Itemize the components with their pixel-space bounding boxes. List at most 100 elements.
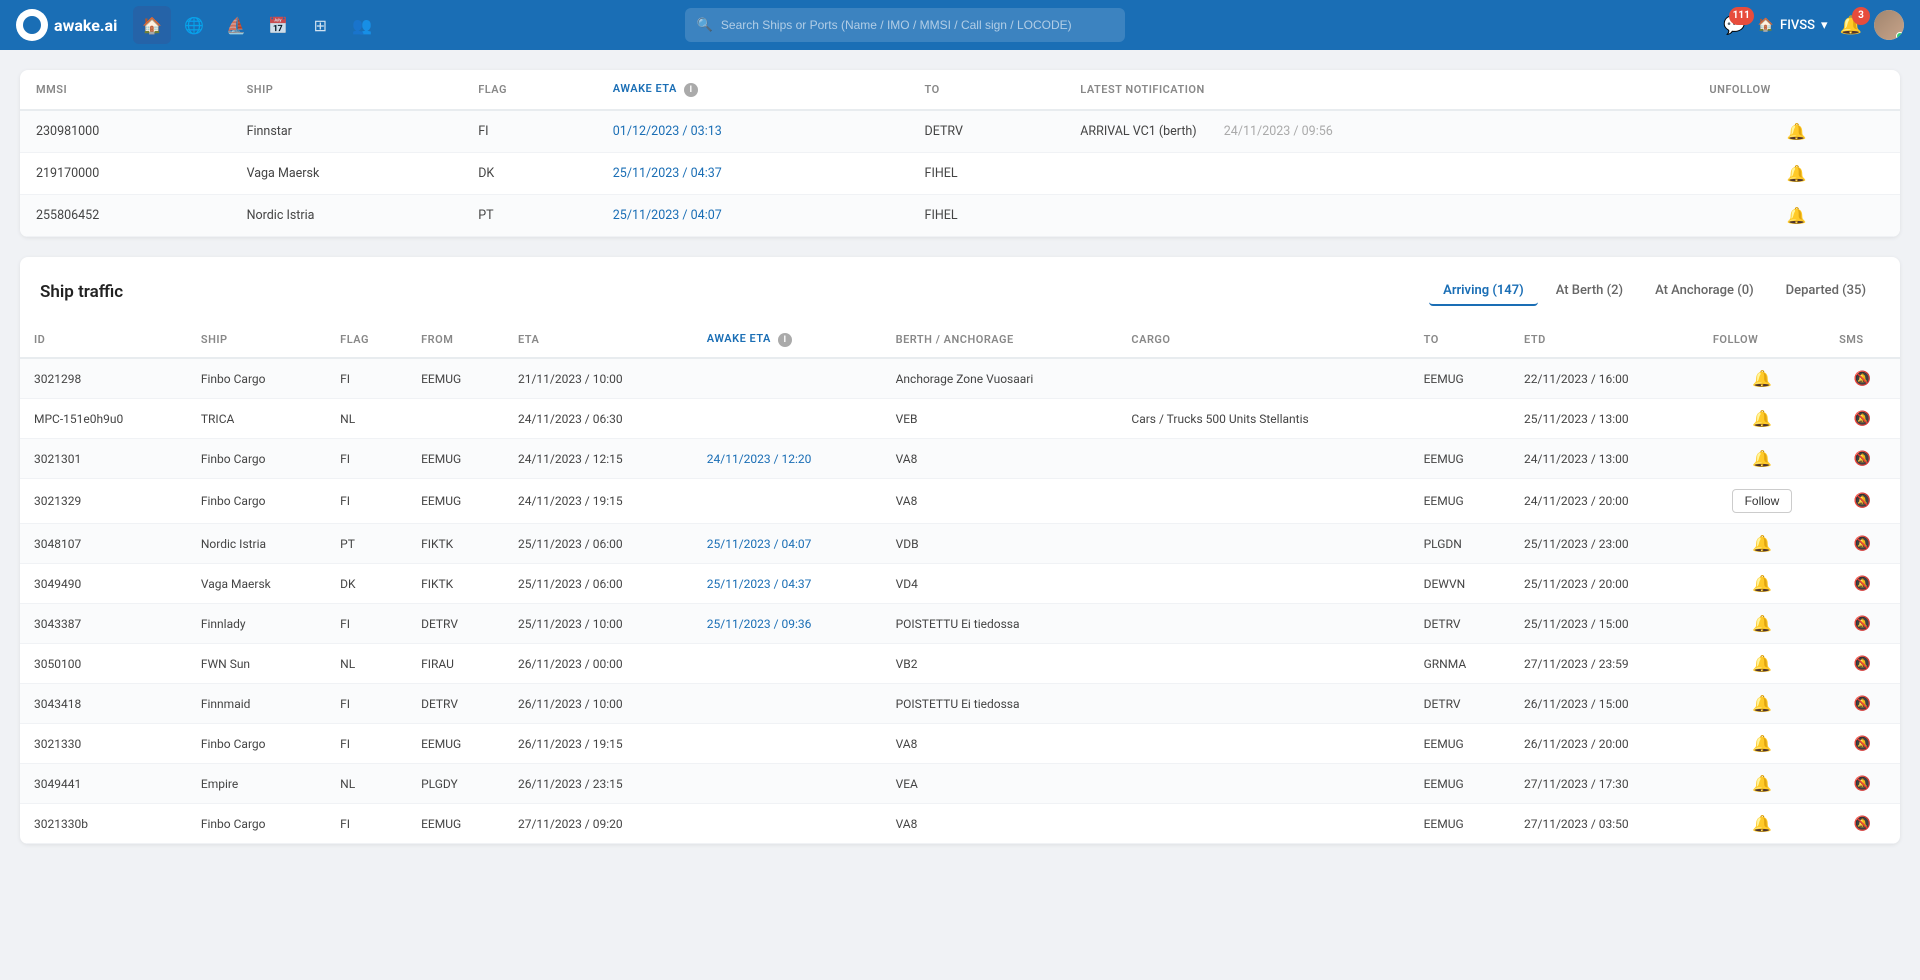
cell-follow[interactable]: 🔔 — [1699, 358, 1825, 399]
cell-eta: 24/11/2023 / 19:15 — [504, 479, 693, 524]
notification-btn[interactable]: 💬 111 — [1723, 15, 1745, 36]
cell-follow[interactable]: 🔔 — [1699, 724, 1825, 764]
follow-bell[interactable]: 🔔 — [1752, 369, 1772, 388]
nav-analytics-btn[interactable]: ⊞ — [301, 6, 339, 44]
sms-bell[interactable]: 🔕 — [1854, 371, 1871, 387]
sms-bell[interactable]: 🔕 — [1854, 616, 1871, 632]
unfollow-bell[interactable]: 🔔 — [1787, 206, 1807, 225]
cell-sms[interactable]: 🔕 — [1825, 604, 1900, 644]
cell-from: EEMUG — [407, 439, 504, 479]
sms-bell[interactable]: 🔕 — [1854, 411, 1871, 427]
tcol-id: ID — [20, 322, 187, 358]
nav-globe-btn[interactable]: 🌐 — [175, 6, 213, 44]
cell-to: EEMUG — [1410, 804, 1510, 844]
follow-bell[interactable]: 🔔 — [1752, 734, 1772, 753]
bell-btn[interactable]: 🔔 3 — [1840, 15, 1862, 36]
awake-eta-info-icon[interactable]: i — [778, 333, 792, 347]
traffic-tab-3[interactable]: Departed (35) — [1772, 277, 1880, 306]
cell-to: EEMUG — [1410, 479, 1510, 524]
cell-sms[interactable]: 🔕 — [1825, 479, 1900, 524]
follow-bell[interactable]: 🔔 — [1752, 449, 1772, 468]
cell-unfollow[interactable]: 🔔 — [1693, 153, 1900, 195]
follow-button[interactable]: Follow — [1732, 489, 1793, 513]
cell-to: DETRV — [909, 110, 1065, 153]
follow-bell[interactable]: 🔔 — [1752, 534, 1772, 553]
cell-sms[interactable]: 🔕 — [1825, 358, 1900, 399]
cell-sms[interactable]: 🔕 — [1825, 764, 1900, 804]
sms-bell[interactable]: 🔕 — [1854, 451, 1871, 467]
nav-icons: 🏠 🌐 ⛵ 📅 ⊞ 👥 — [133, 6, 381, 44]
cell-berth: VB2 — [882, 644, 1118, 684]
sms-bell[interactable]: 🔕 — [1854, 696, 1871, 712]
cell-follow[interactable]: 🔔 — [1699, 684, 1825, 724]
follow-bell[interactable]: 🔔 — [1752, 409, 1772, 428]
cell-follow[interactable]: 🔔 — [1699, 399, 1825, 439]
cell-follow[interactable]: 🔔 — [1699, 604, 1825, 644]
nav-home-btn[interactable]: 🏠 — [133, 6, 171, 44]
traffic-tab-1[interactable]: At Berth (2) — [1542, 277, 1637, 306]
tcol-follow: FOLLOW — [1699, 322, 1825, 358]
user-workspace[interactable]: 🏠 FIVSS ▾ — [1758, 18, 1828, 33]
search-bar[interactable]: 🔍 — [685, 8, 1125, 42]
cell-follow[interactable]: 🔔 — [1699, 564, 1825, 604]
tcol-eta: ETA — [504, 322, 693, 358]
cell-flag: FI — [326, 604, 407, 644]
cell-sms[interactable]: 🔕 — [1825, 439, 1900, 479]
follow-bell[interactable]: 🔔 — [1752, 614, 1772, 633]
cell-sms[interactable]: 🔕 — [1825, 564, 1900, 604]
sms-bell[interactable]: 🔕 — [1854, 816, 1871, 832]
cell-follow[interactable]: 🔔 — [1699, 644, 1825, 684]
follow-bell[interactable]: 🔔 — [1752, 654, 1772, 673]
cell-to: DETRV — [1410, 684, 1510, 724]
eta-info-icon[interactable]: i — [684, 83, 698, 97]
traffic-title: Ship traffic — [40, 282, 123, 302]
table-row: 3043418 Finnmaid FI DETRV 26/11/2023 / 1… — [20, 684, 1900, 724]
cell-flag: FI — [326, 358, 407, 399]
cell-to: DEWVN — [1410, 564, 1510, 604]
cell-follow[interactable]: 🔔 — [1699, 439, 1825, 479]
cell-sms[interactable]: 🔕 — [1825, 724, 1900, 764]
cell-follow[interactable]: 🔔 — [1699, 804, 1825, 844]
search-input[interactable] — [721, 18, 1113, 32]
cell-sms[interactable]: 🔕 — [1825, 804, 1900, 844]
traffic-tab-0[interactable]: Arriving (147) — [1429, 277, 1538, 306]
cell-sms[interactable]: 🔕 — [1825, 644, 1900, 684]
follow-bell[interactable]: 🔔 — [1752, 774, 1772, 793]
follow-bell[interactable]: 🔔 — [1752, 694, 1772, 713]
cell-from: PLGDY — [407, 764, 504, 804]
cell-berth: Anchorage Zone Vuosaari — [882, 358, 1118, 399]
nav-users-btn[interactable]: 👥 — [343, 6, 381, 44]
cell-unfollow[interactable]: 🔔 — [1693, 195, 1900, 237]
table-row: 255806452 Nordic Istria PT 25/11/2023 / … — [20, 195, 1900, 237]
cell-notification — [1064, 195, 1693, 237]
nav-ships-btn[interactable]: ⛵ — [217, 6, 255, 44]
follow-bell[interactable]: 🔔 — [1752, 814, 1772, 833]
table-row: MPC-151e0h9u0 TRICA NL 24/11/2023 / 06:3… — [20, 399, 1900, 439]
sms-bell[interactable]: 🔕 — [1854, 776, 1871, 792]
tcol-to: TO — [1410, 322, 1510, 358]
logo[interactable]: awake.ai — [16, 9, 117, 41]
cell-sms[interactable]: 🔕 — [1825, 684, 1900, 724]
cell-sms[interactable]: 🔕 — [1825, 524, 1900, 564]
sms-bell[interactable]: 🔕 — [1854, 656, 1871, 672]
unfollow-bell[interactable]: 🔔 — [1787, 164, 1807, 183]
cell-ship: TRICA — [187, 399, 326, 439]
cell-follow[interactable]: 🔔 — [1699, 764, 1825, 804]
sms-bell[interactable]: 🔕 — [1854, 576, 1871, 592]
table-row: 3049441 Empire NL PLGDY 26/11/2023 / 23:… — [20, 764, 1900, 804]
cell-follow[interactable]: Follow — [1699, 479, 1825, 524]
avatar[interactable] — [1874, 10, 1904, 40]
nav-calendar-btn[interactable]: 📅 — [259, 6, 297, 44]
traffic-tab-2[interactable]: At Anchorage (0) — [1641, 277, 1768, 306]
cell-eta: 25/11/2023 / 04:37 — [597, 153, 909, 195]
unfollow-bell[interactable]: 🔔 — [1787, 122, 1807, 141]
cell-eta: 25/11/2023 / 10:00 — [504, 604, 693, 644]
cell-sms[interactable]: 🔕 — [1825, 399, 1900, 439]
cell-cargo: Cars / Trucks 500 Units Stellantis — [1117, 399, 1409, 439]
sms-bell[interactable]: 🔕 — [1854, 493, 1871, 509]
follow-bell[interactable]: 🔔 — [1752, 574, 1772, 593]
sms-bell[interactable]: 🔕 — [1854, 536, 1871, 552]
sms-bell[interactable]: 🔕 — [1854, 736, 1871, 752]
cell-unfollow[interactable]: 🔔 — [1693, 110, 1900, 153]
cell-follow[interactable]: 🔔 — [1699, 524, 1825, 564]
